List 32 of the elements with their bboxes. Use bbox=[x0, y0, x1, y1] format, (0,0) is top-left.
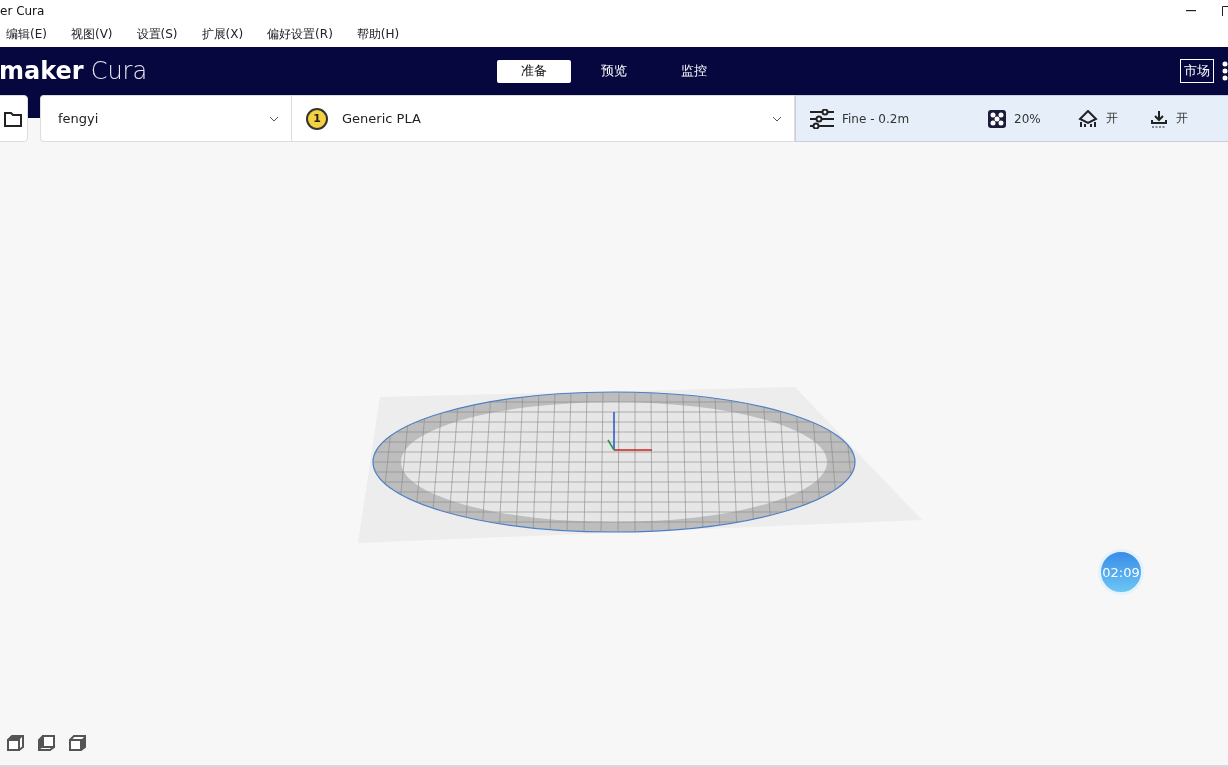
menu-item[interactable]: 偏好设置(R) bbox=[267, 26, 333, 43]
menu-item[interactable]: 视图(V) bbox=[70, 26, 113, 43]
logo-text: Cura bbox=[90, 57, 148, 85]
sliders-icon bbox=[810, 108, 834, 129]
folder-icon bbox=[4, 110, 22, 127]
timer-badge: 02:09 bbox=[1098, 549, 1144, 595]
more-icon[interactable] bbox=[1222, 61, 1228, 81]
marketplace-button[interactable]: 市场 bbox=[1180, 59, 1214, 83]
menu-item[interactable]: 编辑(E) bbox=[6, 26, 47, 43]
stage-tab[interactable]: 监控 bbox=[657, 59, 731, 83]
adhesion-icon bbox=[1150, 109, 1168, 128]
material-select[interactable]: 1 Generic PLA bbox=[291, 95, 795, 142]
view-cube-icon[interactable] bbox=[37, 734, 56, 752]
maximize-icon[interactable] bbox=[1222, 6, 1228, 16]
infill-icon bbox=[988, 109, 1006, 128]
chevron-icon bbox=[772, 115, 782, 122]
menu-item[interactable]: 设置(S) bbox=[136, 26, 178, 43]
printer-select[interactable]: fengyi bbox=[40, 95, 291, 142]
view-cube-icon[interactable] bbox=[68, 734, 87, 752]
support-icon bbox=[1078, 109, 1098, 128]
chevron-icon bbox=[269, 115, 279, 122]
menu-item[interactable]: 帮助(H) bbox=[356, 26, 400, 43]
open-file-button[interactable] bbox=[0, 95, 28, 142]
stage-tab[interactable]: 准备 bbox=[497, 59, 571, 83]
view-cube-icon[interactable] bbox=[6, 734, 25, 752]
stage-tab[interactable]: 预览 bbox=[577, 59, 651, 83]
extruder-badge: 1 bbox=[306, 107, 328, 130]
minimize-icon[interactable] bbox=[1186, 10, 1196, 12]
menu-item[interactable]: 扩展(X) bbox=[201, 26, 244, 43]
logo-text: maker bbox=[0, 57, 84, 85]
window-title: er Cura bbox=[0, 4, 45, 18]
print-settings-button[interactable]: Fine - 0.2m 20% 开 开 bbox=[795, 95, 1228, 142]
